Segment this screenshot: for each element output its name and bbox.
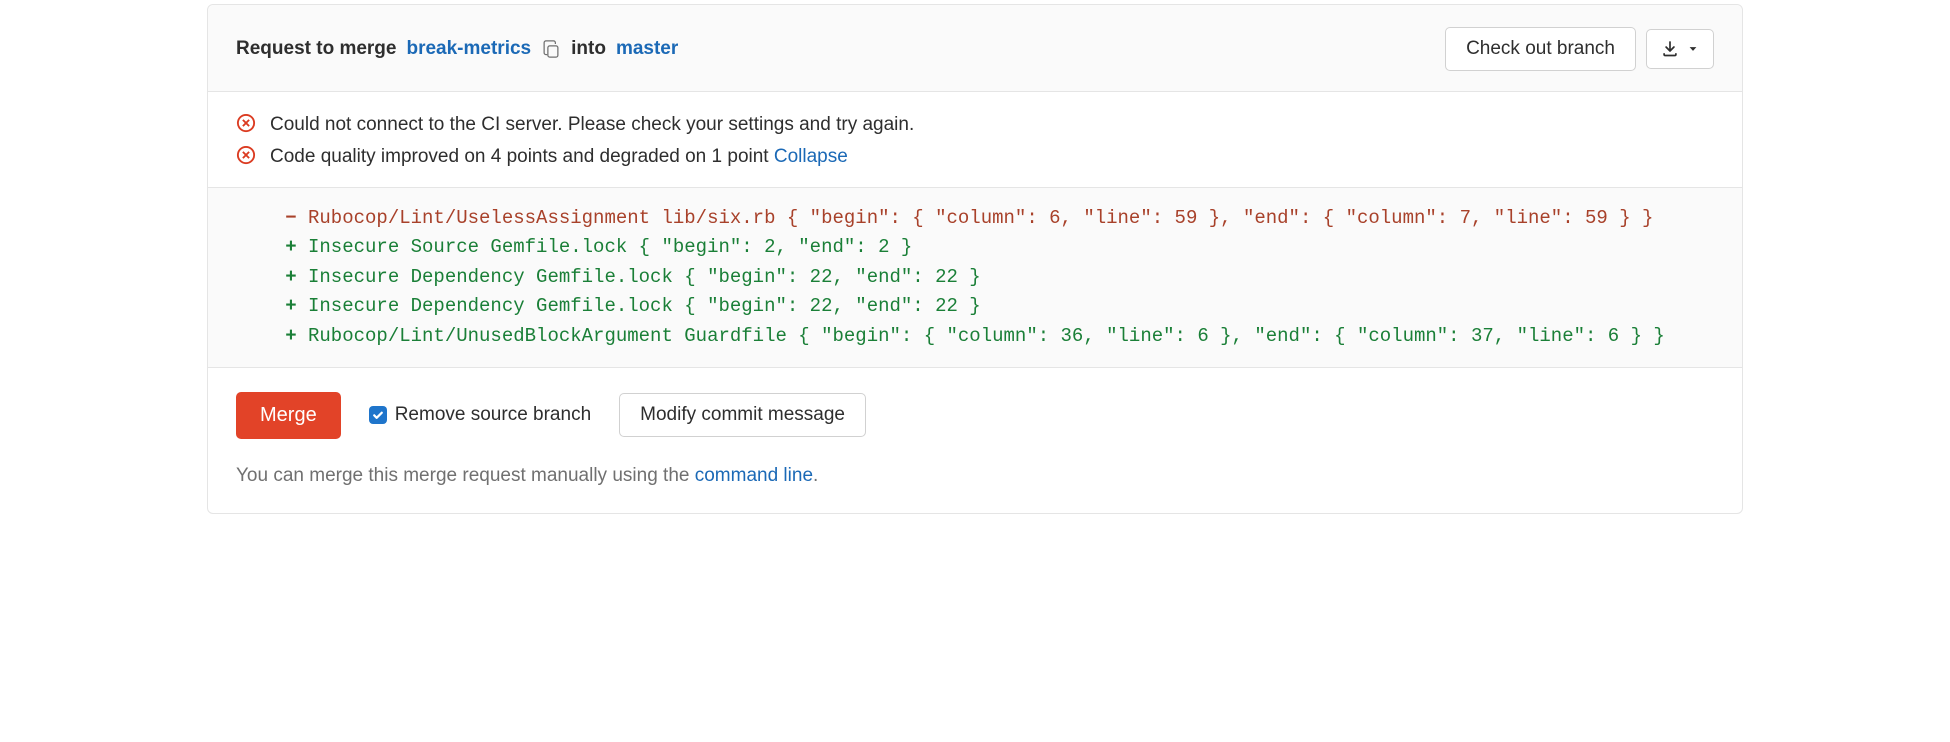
plus-icon: +: [284, 322, 298, 351]
quality-item-text: Insecure Source Gemfile.lock { "begin": …: [308, 233, 912, 262]
quality-item-text: Insecure Dependency Gemfile.lock { "begi…: [308, 263, 981, 292]
chevron-down-icon: [1687, 43, 1699, 55]
ci-error-text: Could not connect to the CI server. Plea…: [270, 110, 914, 140]
error-icon: [236, 113, 256, 133]
quality-item: + Insecure Source Gemfile.lock { "begin":…: [284, 233, 1714, 262]
quality-item-text: Rubocop/Lint/UnusedBlockArgument Guardfi…: [308, 322, 1665, 351]
ci-error-line: Could not connect to the CI server. Plea…: [236, 110, 1714, 140]
quality-item-text: Insecure Dependency Gemfile.lock { "begi…: [308, 292, 981, 321]
quality-item: + Rubocop/Lint/UnusedBlockArgument Guardf…: [284, 322, 1714, 351]
quality-summary-text: Code quality improved on 4 points and de…: [270, 146, 769, 167]
quality-item: + Insecure Dependency Gemfile.lock { "beg…: [284, 263, 1714, 292]
quality-item: + Insecure Dependency Gemfile.lock { "beg…: [284, 292, 1714, 321]
target-branch-link[interactable]: master: [616, 38, 678, 60]
collapse-toggle[interactable]: Collapse: [774, 146, 848, 167]
merge-controls-row: Merge Remove source branch Modify commit…: [236, 392, 1714, 439]
modify-commit-button[interactable]: Modify commit message: [619, 393, 866, 437]
command-line-link[interactable]: command line: [695, 465, 813, 486]
merge-request-widget: Request to merge break-metrics into mast…: [207, 4, 1743, 514]
quality-item-text: Rubocop/Lint/UselessAssignment lib/six.r…: [308, 204, 1653, 233]
checkout-branch-button[interactable]: Check out branch: [1445, 27, 1636, 71]
quality-item: −Rubocop/Lint/UselessAssignment lib/six.…: [284, 204, 1714, 233]
remove-source-checkbox[interactable]: Remove source branch: [369, 404, 591, 426]
download-icon: [1661, 40, 1679, 58]
hint-prefix: You can merge this merge request manuall…: [236, 465, 695, 486]
error-icon: [236, 145, 256, 165]
download-dropdown-button[interactable]: [1646, 29, 1714, 69]
hint-suffix: .: [813, 465, 818, 486]
manual-merge-hint: You can merge this merge request manuall…: [236, 465, 1714, 487]
merge-into-word: into: [571, 38, 606, 60]
copy-branch-icon[interactable]: [541, 39, 561, 59]
merge-button[interactable]: Merge: [236, 392, 341, 439]
quality-summary-line: Code quality improved on 4 points and de…: [236, 142, 1714, 172]
plus-icon: +: [284, 233, 298, 262]
quality-summary-wrap: Code quality improved on 4 points and de…: [270, 142, 848, 172]
minus-icon: −: [284, 204, 298, 233]
source-branch-link[interactable]: break-metrics: [406, 38, 531, 60]
code-quality-list: −Rubocop/Lint/UselessAssignment lib/six.…: [208, 188, 1742, 368]
plus-icon: +: [284, 263, 298, 292]
plus-icon: +: [284, 292, 298, 321]
status-section: Could not connect to the CI server. Plea…: [208, 92, 1742, 188]
merge-prefix: Request to merge: [236, 38, 396, 60]
checkbox-checked-icon: [369, 406, 387, 424]
remove-source-label: Remove source branch: [395, 404, 591, 426]
merge-section: Merge Remove source branch Modify commit…: [208, 368, 1742, 513]
widget-header: Request to merge break-metrics into mast…: [208, 5, 1742, 92]
